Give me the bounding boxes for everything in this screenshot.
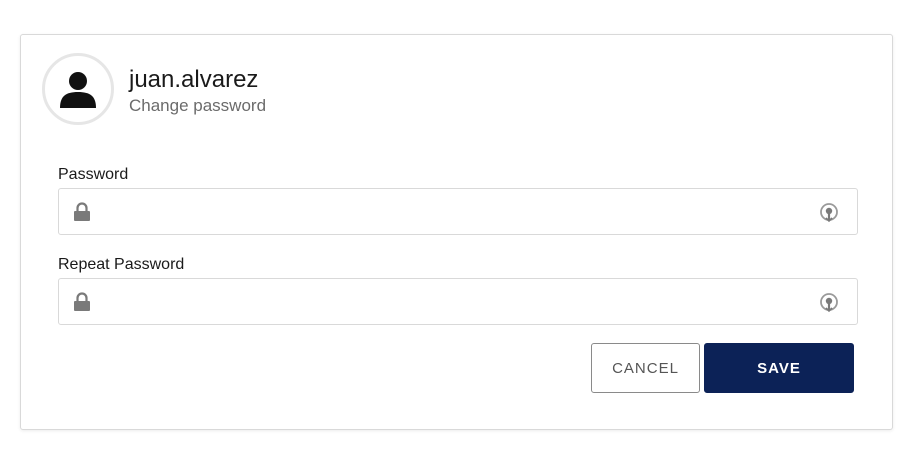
password-field (58, 188, 858, 236)
repeat-password-label: Repeat Password (58, 256, 185, 273)
lock-icon (74, 202, 90, 221)
show-password-icon[interactable] (818, 201, 840, 223)
username: juan.alvarez (129, 66, 259, 93)
repeat-password-field (58, 278, 858, 326)
password-label: Password (58, 166, 129, 183)
repeat-password-input[interactable] (103, 279, 807, 326)
avatar (42, 53, 114, 125)
save-button[interactable]: SAVE (704, 343, 854, 393)
lock-icon (74, 292, 90, 311)
user-icon (60, 72, 96, 108)
password-input[interactable] (103, 189, 807, 236)
cancel-button[interactable]: CANCEL (591, 343, 700, 393)
show-repeat-password-icon[interactable] (818, 291, 840, 313)
change-password-card: juan.alvarez Change password Password Re… (20, 34, 893, 430)
page-subtitle: Change password (129, 96, 267, 115)
